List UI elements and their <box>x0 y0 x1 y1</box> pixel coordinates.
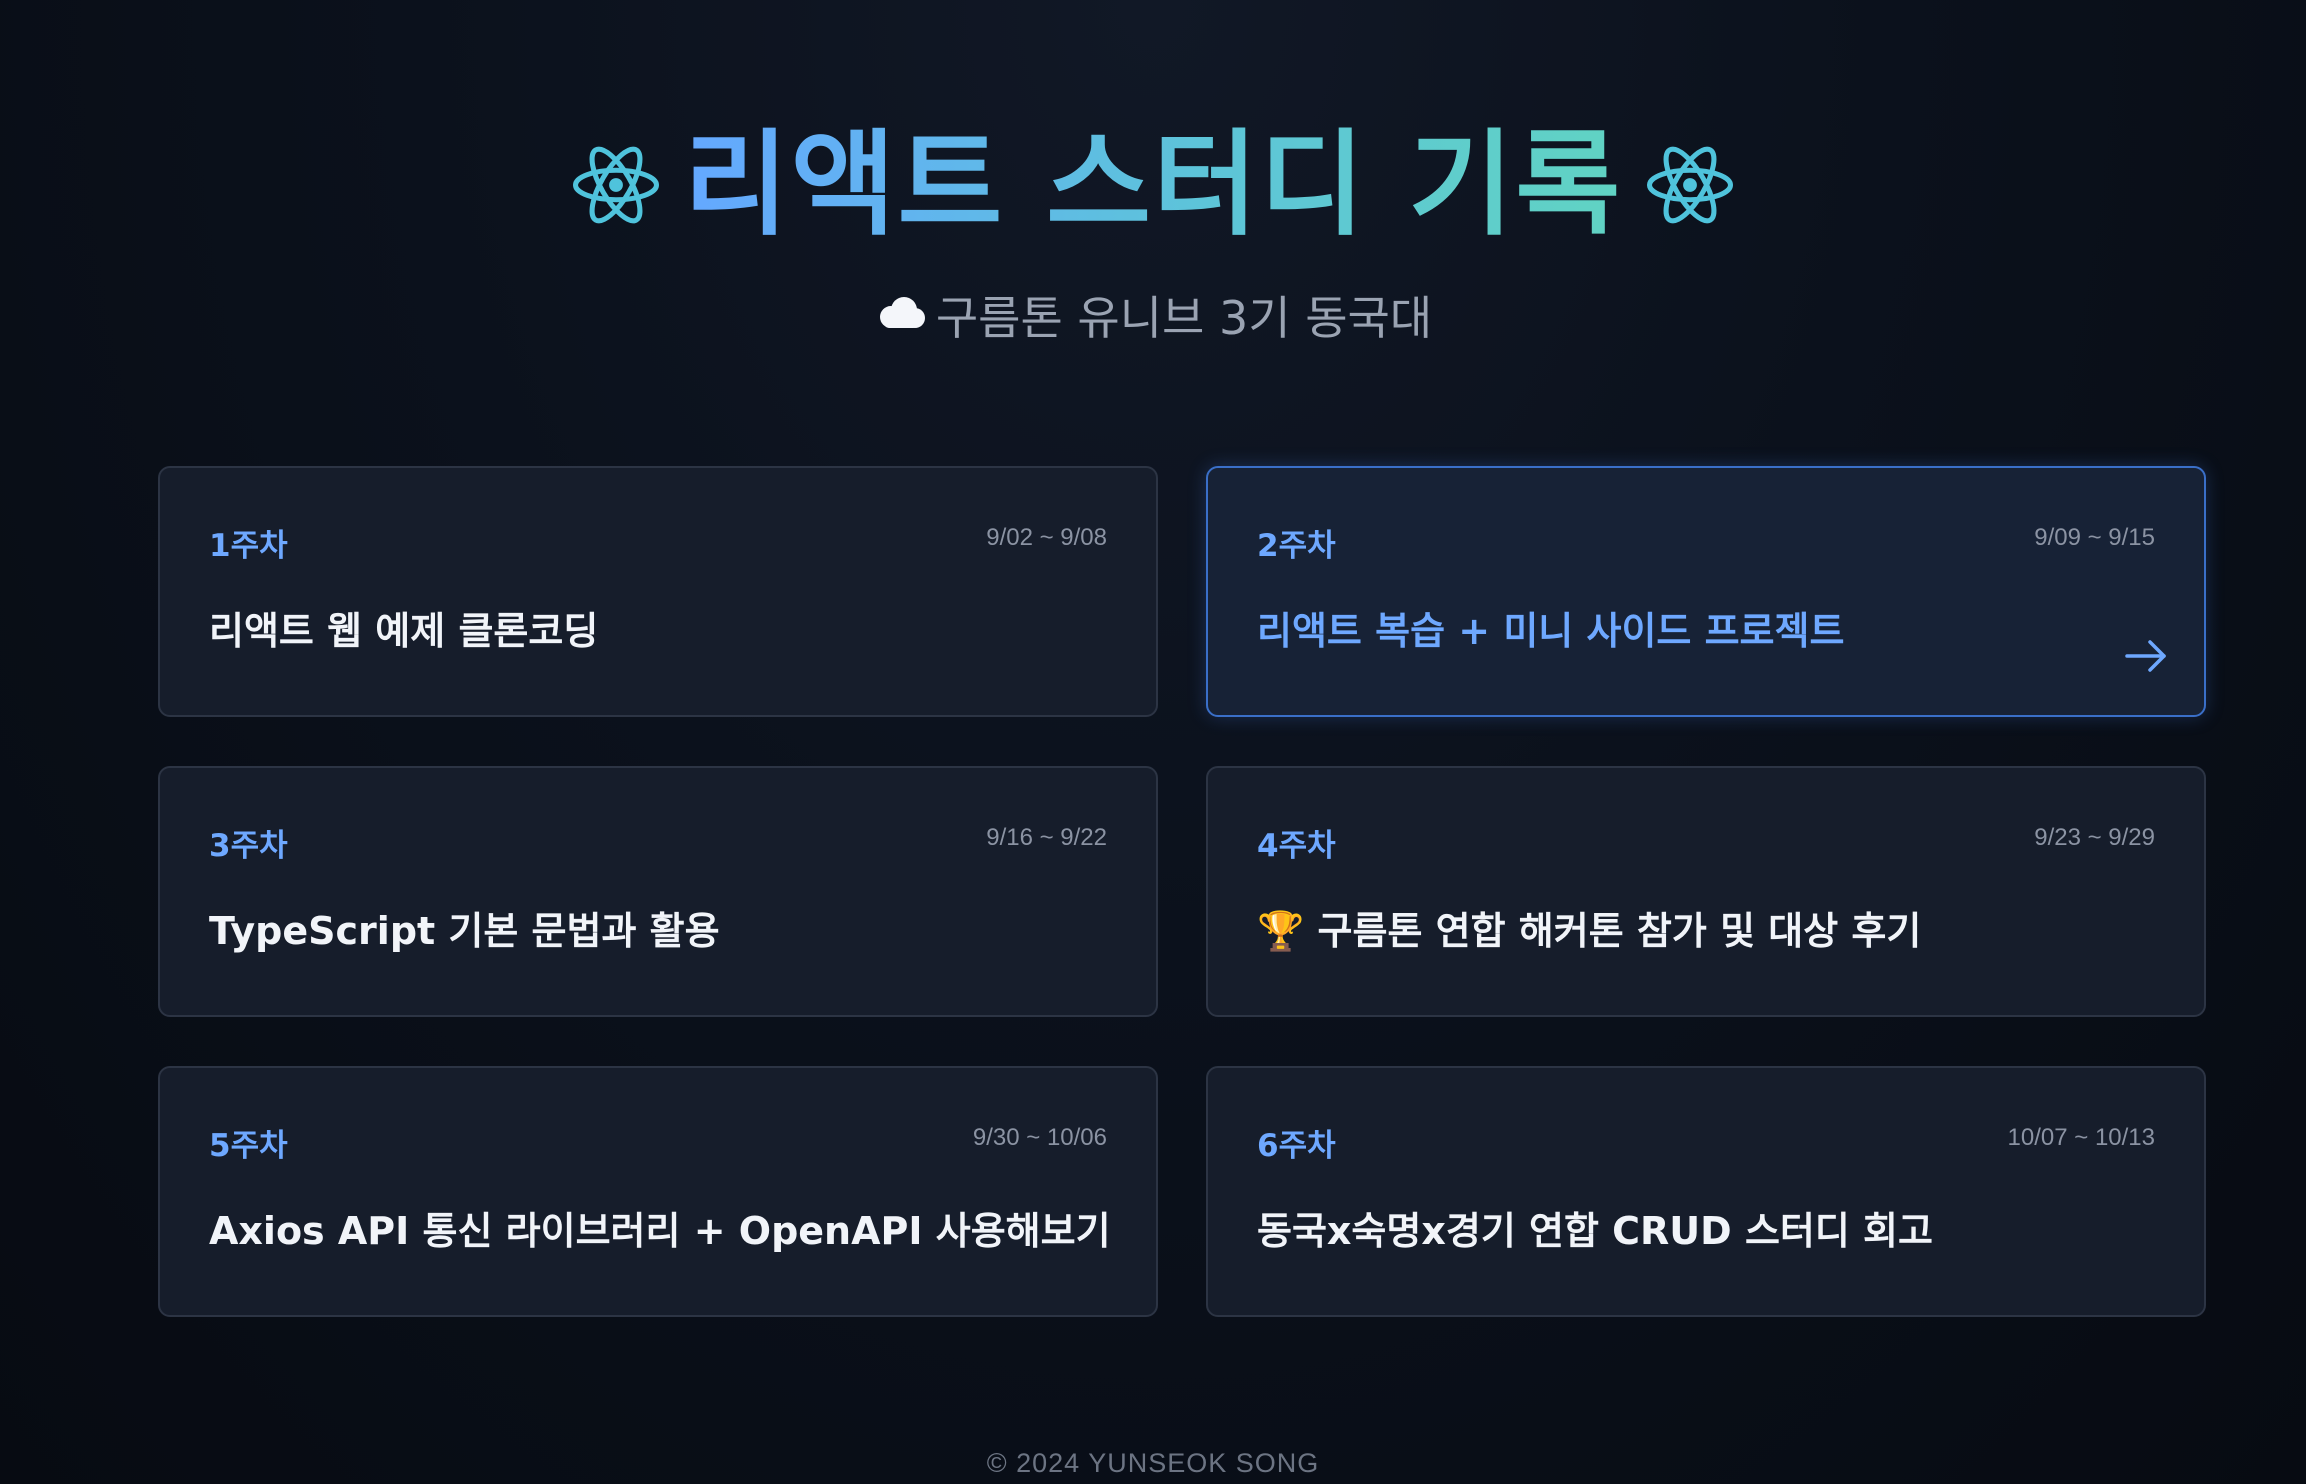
card-title: 동국x숙명x경기 연합 CRUD 스터디 회고 <box>1257 1209 1933 1253</box>
subtitle-row: 구름톤 유니브 3기 동국대 <box>0 282 2306 348</box>
week-label: 6주차 <box>1257 1128 1336 1164</box>
footer-copyright: © 2024 YUNSEOK SONG <box>986 1448 1320 1478</box>
react-logo-icon <box>1644 139 1736 231</box>
week-label: 1주차 <box>209 528 288 564</box>
page-subtitle: 구름톤 유니브 3기 동국대 <box>935 291 1433 345</box>
week-card-4[interactable]: 4주차 9/23 ~ 9/29 🏆 구름톤 연합 해커톤 참가 및 대상 후기 <box>1206 766 2206 1017</box>
card-title: 리액트 웹 예제 클론코딩 <box>209 609 599 653</box>
card-title: 리액트 복습 + 미니 사이드 프로젝트 <box>1257 609 1845 653</box>
week-card-5[interactable]: 5주차 9/30 ~ 10/06 Axios API 통신 라이브러리 + Op… <box>158 1066 1158 1317</box>
week-card-2[interactable]: 2주차 9/09 ~ 9/15 리액트 복습 + 미니 사이드 프로젝트 <box>1206 466 2206 717</box>
week-label: 4주차 <box>1257 828 1336 864</box>
week-card-grid: 1주차 9/02 ~ 9/08 리액트 웹 예제 클론코딩 2주차 9/09 ~… <box>158 466 2206 1317</box>
week-card-1[interactable]: 1주차 9/02 ~ 9/08 리액트 웹 예제 클론코딩 <box>158 466 1158 717</box>
date-range: 9/30 ~ 10/06 <box>972 1124 1107 1151</box>
date-range: 9/16 ~ 9/22 <box>986 824 1107 851</box>
cloud-icon <box>874 288 926 342</box>
date-range: 9/09 ~ 9/15 <box>2034 524 2155 551</box>
page-header: 리액트 스터디 기록 구름톤 유니브 3기 동국대 <box>0 110 2306 348</box>
week-label: 2주차 <box>1257 528 1336 564</box>
date-range: 10/07 ~ 10/13 <box>2007 1124 2155 1151</box>
date-range: 9/23 ~ 9/29 <box>2034 824 2155 851</box>
card-title: Axios API 통신 라이브러리 + OpenAPI 사용해보기 <box>209 1209 1111 1253</box>
card-title: TypeScript 기본 문법과 활용 <box>209 909 720 953</box>
arrow-right-icon <box>2124 638 2168 679</box>
react-logo-icon <box>570 139 662 231</box>
week-label: 5주차 <box>209 1128 288 1164</box>
date-range: 9/02 ~ 9/08 <box>986 524 1107 551</box>
card-title: 🏆 구름톤 연합 해커톤 참가 및 대상 후기 <box>1257 909 1922 953</box>
week-card-3[interactable]: 3주차 9/16 ~ 9/22 TypeScript 기본 문법과 활용 <box>158 766 1158 1017</box>
title-row: 리액트 스터디 기록 <box>0 110 2306 260</box>
page-title: 리액트 스터디 기록 <box>684 110 1622 260</box>
week-label: 3주차 <box>209 828 288 864</box>
week-card-6[interactable]: 6주차 10/07 ~ 10/13 동국x숙명x경기 연합 CRUD 스터디 회… <box>1206 1066 2206 1317</box>
